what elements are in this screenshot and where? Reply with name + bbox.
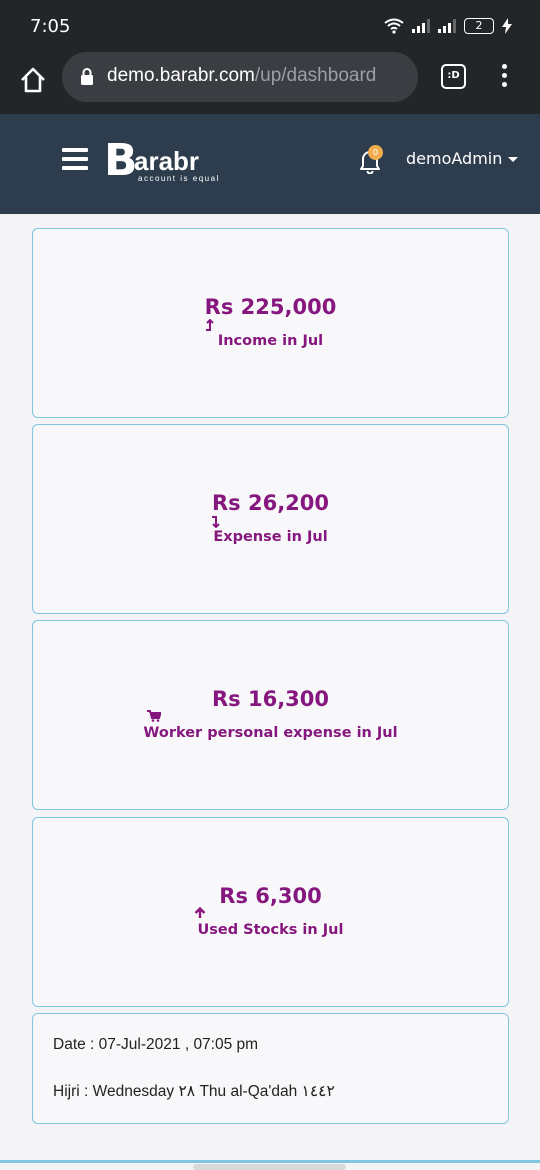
status-bar: 7:05 2 — [0, 0, 540, 52]
date-info-card: Date : 07-Jul-2021 , 07:05 pm Hijri : We… — [32, 1013, 509, 1124]
gesture-bar — [193, 1164, 346, 1170]
signal-icon — [412, 19, 430, 33]
stat-card-expense[interactable]: Rs 26,200 Expense in Jul — [32, 424, 509, 614]
stat-amount: Rs 6,300 — [219, 884, 322, 908]
stat-amount: Rs 225,000 — [204, 295, 337, 319]
hamburger-menu-icon[interactable] — [62, 148, 88, 170]
wifi-icon — [384, 18, 404, 34]
battery-icon: 2 — [464, 18, 494, 34]
logo-letter: B — [104, 135, 138, 186]
stat-card-worker-expense[interactable]: Rs 16,300 Worker personal expense in Jul — [32, 620, 509, 810]
hijri-date: Hijri : Wednesday ٢٨ Thu al-Qa'dah ١٤٤٢ — [53, 1083, 335, 1100]
home-icon[interactable] — [18, 65, 48, 95]
signal-icon-2 — [438, 19, 456, 33]
stat-label: Used Stocks in Jul — [197, 922, 344, 938]
trend-down-icon — [212, 516, 220, 528]
stat-card-used-stocks[interactable]: Rs 6,300 Used Stocks in Jul — [32, 817, 509, 1007]
status-time: 7:05 — [30, 16, 71, 37]
stat-card-income[interactable]: Rs 225,000 Income in Jul — [32, 228, 509, 418]
notification-badge: 0 — [368, 145, 383, 160]
gregorian-date: Date : 07-Jul-2021 , 07:05 pm — [53, 1036, 259, 1053]
footer-divider — [0, 1160, 540, 1163]
status-icons: 2 — [384, 18, 512, 34]
url-text[interactable]: demo.barabr.com/up/dashboard — [107, 65, 376, 87]
lock-icon — [81, 68, 93, 85]
chevron-down-icon — [508, 157, 519, 162]
address-bar[interactable]: demo.barabr.com/up/dashboard — [62, 52, 418, 102]
charging-icon — [502, 18, 512, 34]
arrow-up-icon — [194, 907, 206, 918]
logo-word: arabr — [134, 146, 200, 176]
cart-icon — [147, 710, 161, 722]
user-menu[interactable]: demoAdmin — [406, 149, 519, 168]
stat-label: Worker personal expense in Jul — [143, 725, 398, 741]
stat-amount: Rs 16,300 — [211, 687, 330, 711]
stat-label: Expense in Jul — [213, 529, 328, 545]
browser-toolbar: demo.barabr.com/up/dashboard :D — [0, 52, 540, 114]
browser-menu-icon[interactable] — [494, 64, 514, 92]
barabr-logo[interactable]: B arabr account is equal — [104, 136, 234, 188]
url-path: /up/dashboard — [254, 65, 377, 86]
url-domain: demo.barabr.com — [107, 65, 255, 86]
user-name: demoAdmin — [406, 149, 503, 168]
trend-up-icon — [206, 319, 214, 331]
stat-amount: Rs 26,200 — [211, 491, 330, 515]
logo-tagline: account is equal — [138, 174, 220, 183]
app-header: B arabr account is equal 0 demoAdmin — [0, 114, 540, 214]
stat-label: Income in Jul — [217, 333, 324, 349]
tab-switcher-button[interactable]: :D — [441, 64, 466, 89]
